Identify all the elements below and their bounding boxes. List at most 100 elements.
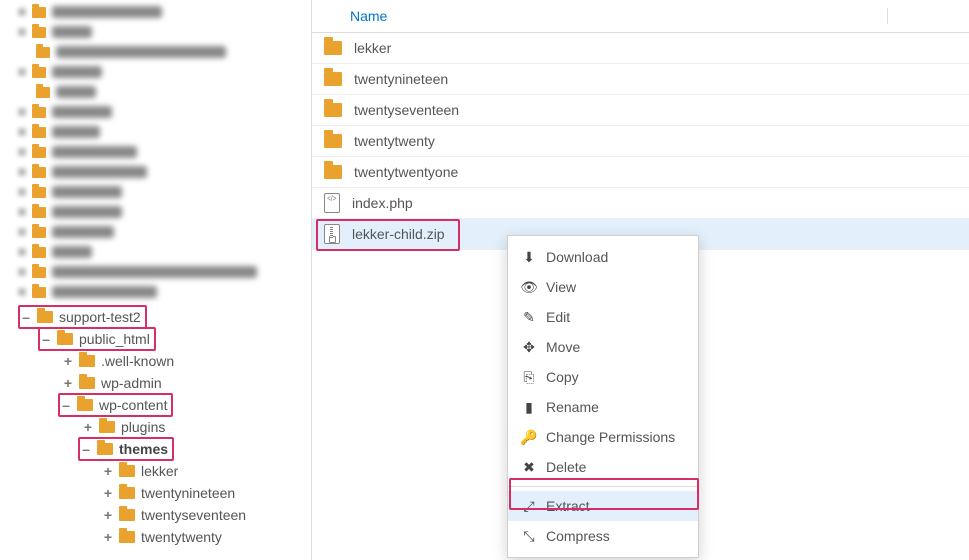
ctx-permissions[interactable]: 🔑 Change Permissions	[508, 422, 698, 452]
file-row[interactable]: index.php	[312, 188, 969, 219]
tree-label: twentyseventeen	[141, 504, 246, 526]
file-name: index.php	[352, 195, 413, 211]
expand-icon[interactable]: +	[102, 460, 114, 482]
file-name: twentyseventeen	[354, 102, 459, 118]
ctx-delete[interactable]: ✖ Delete	[508, 452, 698, 482]
collapse-icon[interactable]: –	[40, 328, 52, 350]
file-icon: ▮	[520, 399, 538, 416]
folder-icon	[79, 377, 95, 389]
folder-icon	[79, 355, 95, 367]
key-icon: 🔑	[520, 429, 538, 446]
move-icon: ✥	[520, 339, 538, 356]
compress-icon: ⤡	[520, 528, 538, 545]
file-row[interactable]: twentytwentyone	[312, 157, 969, 188]
file-row[interactable]: twentyseventeen	[312, 95, 969, 126]
folder-icon	[119, 509, 135, 521]
file-row[interactable]: lekker	[312, 33, 969, 64]
pencil-icon: ✎	[520, 309, 538, 326]
folder-icon	[324, 103, 342, 117]
tree-node-twentytwenty[interactable]: + twentytwenty	[8, 526, 311, 548]
folder-icon	[324, 134, 342, 148]
ctx-move[interactable]: ✥ Move	[508, 332, 698, 362]
tree-node-twentynineteen[interactable]: + twentynineteen	[8, 482, 311, 504]
ctx-extract[interactable]: ⤢ Extract	[508, 491, 698, 521]
ctx-label: View	[546, 279, 576, 295]
folder-icon	[324, 41, 342, 55]
file-list-header: Name	[312, 0, 969, 33]
tree-label: support-test2	[59, 306, 141, 328]
file-name: twentynineteen	[354, 71, 448, 87]
tree-blurred-region	[8, 2, 311, 302]
ctx-label: Delete	[546, 459, 586, 475]
ctx-label: Move	[546, 339, 580, 355]
context-menu: ⬇ Download 👁 View ✎ Edit ✥ Move ⎘ Copy ▮	[507, 235, 699, 558]
collapse-icon[interactable]: –	[60, 394, 72, 416]
tree-label: lekker	[141, 460, 178, 482]
folder-icon	[57, 333, 73, 345]
zip-icon	[324, 224, 340, 244]
ctx-label: Edit	[546, 309, 570, 325]
folder-icon	[119, 465, 135, 477]
tree-node-twentyseventeen[interactable]: + twentyseventeen	[8, 504, 311, 526]
folder-tree-sidebar: – support-test2 – public_html + .well-kn…	[0, 0, 312, 560]
tree-node-wp-admin[interactable]: + wp-admin	[8, 372, 311, 394]
file-name: twentytwenty	[354, 133, 435, 149]
ctx-view[interactable]: 👁 View	[508, 272, 698, 302]
ctx-label: Extract	[546, 498, 590, 514]
extract-icon: ⤢	[520, 498, 538, 515]
ctx-separator	[508, 486, 698, 487]
tree-node-well-known[interactable]: + .well-known	[8, 350, 311, 372]
tree-node-themes[interactable]: – themes	[8, 438, 311, 460]
column-header-name[interactable]: Name	[350, 8, 888, 24]
folder-icon	[97, 443, 113, 455]
download-icon: ⬇	[520, 249, 538, 266]
code-icon	[324, 193, 340, 213]
expand-icon[interactable]: +	[62, 372, 74, 394]
tree-node-plugins[interactable]: + plugins	[8, 416, 311, 438]
ctx-download[interactable]: ⬇ Download	[508, 242, 698, 272]
ctx-label: Change Permissions	[546, 429, 675, 445]
folder-icon	[324, 165, 342, 179]
folder-icon	[77, 399, 93, 411]
ctx-compress[interactable]: ⤡ Compress	[508, 521, 698, 551]
expand-icon[interactable]: +	[102, 504, 114, 526]
tree-label: wp-admin	[101, 372, 162, 394]
file-name: twentytwentyone	[354, 164, 458, 180]
tree-node-public-html[interactable]: – public_html	[8, 328, 311, 350]
app-root: – support-test2 – public_html + .well-kn…	[0, 0, 969, 560]
tree-label: twentytwenty	[141, 526, 222, 548]
tree-label: twentynineteen	[141, 482, 235, 504]
tree-label: wp-content	[99, 394, 167, 416]
expand-icon[interactable]: +	[82, 416, 94, 438]
ctx-label: Copy	[546, 369, 579, 385]
file-name: lekker-child.zip	[352, 226, 445, 242]
folder-icon	[119, 487, 135, 499]
ctx-label: Download	[546, 249, 608, 265]
collapse-icon[interactable]: –	[20, 306, 32, 328]
copy-icon: ⎘	[520, 369, 538, 386]
ctx-rename[interactable]: ▮ Rename	[508, 392, 698, 422]
ctx-edit[interactable]: ✎ Edit	[508, 302, 698, 332]
expand-icon[interactable]: +	[102, 526, 114, 548]
delete-icon: ✖	[520, 459, 538, 476]
ctx-copy[interactable]: ⎘ Copy	[508, 362, 698, 392]
file-name: lekker	[354, 40, 391, 56]
tree-label: themes	[119, 438, 168, 460]
tree-node-wp-content[interactable]: – wp-content	[8, 394, 311, 416]
expand-icon[interactable]: +	[62, 350, 74, 372]
file-row[interactable]: twentytwenty	[312, 126, 969, 157]
folder-icon	[99, 421, 115, 433]
ctx-label: Compress	[546, 528, 610, 544]
tree-label: plugins	[121, 416, 165, 438]
folder-icon	[119, 531, 135, 543]
file-row[interactable]: twentynineteen	[312, 64, 969, 95]
tree-label: public_html	[79, 328, 150, 350]
folder-tree: – support-test2 – public_html + .well-kn…	[8, 306, 311, 548]
tree-label: .well-known	[101, 350, 174, 372]
tree-node-support-test2[interactable]: – support-test2	[8, 306, 311, 328]
eye-icon: 👁	[520, 279, 538, 296]
tree-node-lekker[interactable]: + lekker	[8, 460, 311, 482]
collapse-icon[interactable]: –	[80, 438, 92, 460]
ctx-label: Rename	[546, 399, 599, 415]
expand-icon[interactable]: +	[102, 482, 114, 504]
